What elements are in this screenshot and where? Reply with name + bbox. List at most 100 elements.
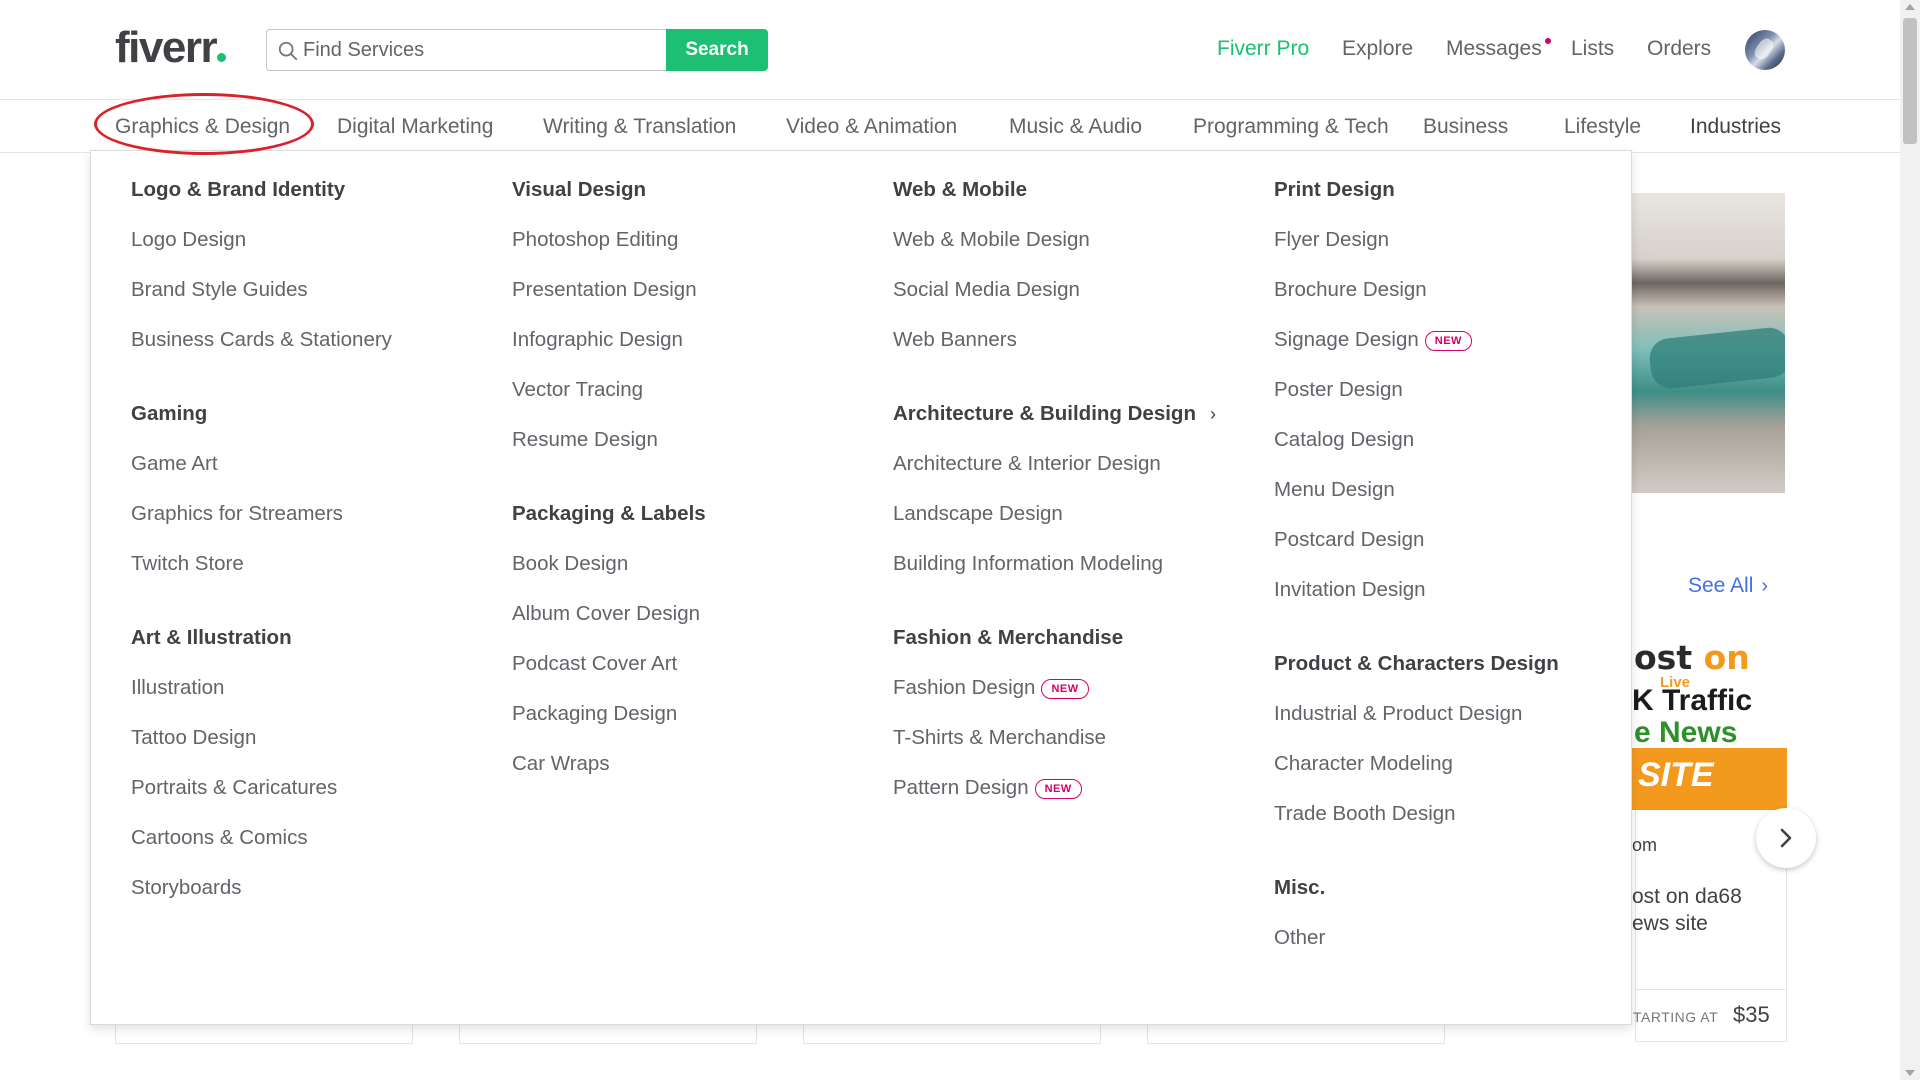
group-title-architecture[interactable]: Architecture & Building Design › (893, 401, 1273, 427)
subcategory-link[interactable]: Tattoo Design (131, 725, 511, 751)
dropdown-column: Print Design Flyer Design Brochure Desig… (1274, 177, 1654, 951)
scroll-thumb[interactable] (1903, 18, 1917, 144)
subcategory-link[interactable]: Packaging Design (512, 701, 892, 727)
subcategory-label: Fashion Design (893, 676, 1036, 699)
new-badge: NEW (1041, 679, 1089, 699)
subcategory-link[interactable]: Photoshop Editing (512, 227, 892, 253)
subcategory-link[interactable]: Flyer Design (1274, 227, 1654, 253)
scroll-down-arrow[interactable] (1905, 1070, 1915, 1076)
gig-image-text-b: on (1703, 638, 1750, 677)
subcategory-link[interactable]: Illustration (131, 675, 511, 701)
category-music-audio[interactable]: Music & Audio (1009, 114, 1142, 140)
subcategory-link[interactable]: Landscape Design (893, 501, 1273, 527)
category-writing-translation[interactable]: Writing & Translation (543, 114, 736, 140)
group-title-visual-design[interactable]: Visual Design (512, 177, 892, 203)
scroll-up-arrow[interactable] (1905, 4, 1915, 10)
subcategory-link[interactable]: Car Wraps (512, 751, 892, 777)
subcategory-link[interactable]: Graphics for Streamers (131, 501, 511, 527)
category-video-animation[interactable]: Video & Animation (786, 114, 957, 140)
subcategory-link[interactable]: Brand Style Guides (131, 277, 511, 303)
subcategory-link[interactable]: Brochure Design (1274, 277, 1654, 303)
chevron-right-icon: › (1209, 404, 1216, 424)
group-title-logo-brand[interactable]: Logo & Brand Identity (131, 177, 511, 203)
chevron-right-icon (1780, 828, 1792, 848)
subcategory-link[interactable]: Web & Mobile Design (893, 227, 1273, 253)
subcategory-link[interactable]: Trade Booth Design (1274, 801, 1654, 827)
group-title-fashion[interactable]: Fashion & Merchandise (893, 625, 1273, 651)
subcategory-link[interactable]: Infographic Design (512, 327, 892, 353)
subcategory-link[interactable]: Book Design (512, 551, 892, 577)
group-title-print-design[interactable]: Print Design (1274, 177, 1654, 203)
subcategory-link[interactable]: Logo Design (131, 227, 511, 253)
group-title-product-characters[interactable]: Product & Characters Design (1274, 651, 1654, 677)
carousel-next-button[interactable] (1756, 808, 1816, 868)
subcategory-link[interactable]: Signage Design NEW (1274, 327, 1654, 353)
subcategory-link[interactable]: Twitch Store (131, 551, 511, 577)
group-title-gaming[interactable]: Gaming (131, 401, 511, 427)
subcategory-link[interactable]: Industrial & Product Design (1274, 701, 1654, 727)
subcategory-link[interactable]: Poster Design (1274, 377, 1654, 403)
unread-dot (1544, 38, 1551, 44)
nav-lists[interactable]: Lists (1571, 36, 1614, 62)
group-title-misc[interactable]: Misc. (1274, 875, 1654, 901)
subcategory-link[interactable]: Presentation Design (512, 277, 892, 303)
subcategory-link[interactable]: Podcast Cover Art (512, 651, 892, 677)
category-graphics-design[interactable]: Graphics & Design (115, 114, 290, 140)
gig-starting-at: TARTING AT (1633, 1009, 1719, 1025)
category-dropdown: Logo & Brand Identity Logo Design Brand … (90, 150, 1632, 1025)
subcategory-link[interactable]: Fashion Design NEW (893, 675, 1273, 701)
user-avatar[interactable] (1745, 30, 1785, 70)
group-title-packaging-labels[interactable]: Packaging & Labels (512, 501, 892, 527)
subcategory-link[interactable]: T-Shirts & Merchandise (893, 725, 1273, 751)
fiverr-logo[interactable]: fiverr (115, 26, 227, 70)
subcategory-link[interactable]: Menu Design (1274, 477, 1654, 503)
subcategory-link[interactable]: Portraits & Caricatures (131, 775, 511, 801)
hero-image-shape (1647, 325, 1785, 391)
subcategory-link[interactable]: Storyboards (131, 875, 511, 901)
category-menu: Graphics & Design Digital Marketing Writ… (0, 101, 1900, 153)
subcategory-link[interactable]: Web Banners (893, 327, 1273, 353)
subcategory-link[interactable]: Vector Tracing (512, 377, 892, 403)
chevron-right-icon: › (1761, 575, 1769, 597)
subcategory-label: Signage Design (1274, 328, 1419, 351)
subcategory-link[interactable]: Invitation Design (1274, 577, 1654, 603)
subcategory-link[interactable]: Other (1274, 925, 1654, 951)
subcategory-link[interactable]: Postcard Design (1274, 527, 1654, 553)
subcategory-link[interactable]: Business Cards & Stationery (131, 327, 511, 353)
nav-fiverr-pro[interactable]: Fiverr Pro (1217, 36, 1309, 62)
subcategory-link[interactable]: Catalog Design (1274, 427, 1654, 453)
subcategory-link[interactable]: Game Art (131, 451, 511, 477)
search-bar: Search (266, 29, 768, 71)
subcategory-link[interactable]: Pattern Design NEW (893, 775, 1273, 801)
subcategory-link[interactable]: Character Modeling (1274, 751, 1654, 777)
subcategory-link[interactable]: Resume Design (512, 427, 892, 453)
group-title-web-mobile[interactable]: Web & Mobile (893, 177, 1273, 203)
group-title-art-illustration[interactable]: Art & Illustration (131, 625, 511, 651)
gig-price: $35 (1733, 1002, 1770, 1027)
subcategory-link[interactable]: Building Information Modeling (893, 551, 1273, 577)
divider (1635, 989, 1787, 990)
page-scrollbar[interactable] (1900, 0, 1920, 1080)
nav-explore[interactable]: Explore (1342, 36, 1413, 62)
subcategory-link[interactable]: Architecture & Interior Design (893, 451, 1273, 477)
search-box (266, 29, 666, 71)
category-digital-marketing[interactable]: Digital Marketing (337, 114, 493, 140)
search-input[interactable] (303, 34, 653, 66)
subcategory-link[interactable]: Social Media Design (893, 277, 1273, 303)
gig-image-banner: SITE (1632, 748, 1787, 810)
search-icon (278, 41, 298, 61)
subcategory-link[interactable]: Album Cover Design (512, 601, 892, 627)
nav-orders[interactable]: Orders (1647, 36, 1711, 62)
logo-dot (217, 53, 227, 62)
category-lifestyle[interactable]: Lifestyle (1564, 114, 1641, 140)
subcategory-link[interactable]: Cartoons & Comics (131, 825, 511, 851)
category-business[interactable]: Business (1423, 114, 1508, 140)
nav-messages[interactable]: Messages (1446, 36, 1551, 62)
category-industries[interactable]: Industries (1690, 114, 1781, 140)
see-all-link[interactable]: See All › (1688, 574, 1768, 598)
search-button[interactable]: Search (666, 29, 768, 71)
dropdown-column: Visual Design Photoshop Editing Presenta… (512, 177, 892, 777)
category-programming-tech[interactable]: Programming & Tech (1193, 114, 1389, 140)
gig-card-image[interactable]: ost on Live K Traffic e News SITE (1632, 632, 1787, 810)
dropdown-column: Web & Mobile Web & Mobile Design Social … (893, 177, 1273, 801)
